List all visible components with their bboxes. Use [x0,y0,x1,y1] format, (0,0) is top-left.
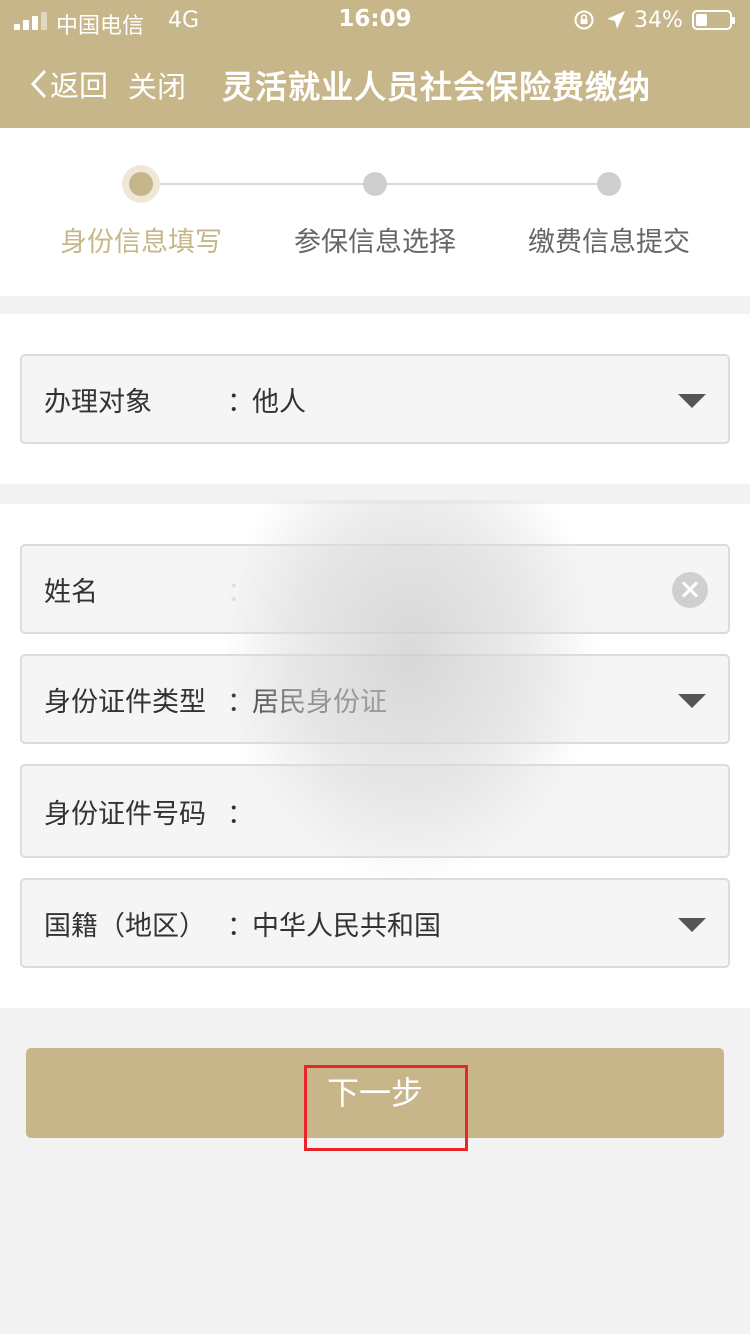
battery-percent: 34% [634,8,683,33]
rotation-lock-icon [574,10,594,30]
id-type-select[interactable]: 身份证件类型 ： 居民身份证 [20,654,730,744]
field-value: 他人 [252,386,306,418]
location-icon [607,11,625,29]
field-label: 国籍（地区） [44,910,206,942]
field-label: 身份证件类型 [44,686,206,718]
step-connector [385,183,597,185]
next-step-button[interactable]: 下一步 [26,1048,724,1138]
page-title: 灵活就业人员社会保险费缴纳 [222,68,652,106]
close-button[interactable]: 关闭 [128,64,186,106]
step-connector [155,183,365,185]
handle-target-select[interactable]: 办理对象 ： 他人 [20,354,730,444]
dropdown-arrow-icon [678,394,706,408]
nationality-select[interactable]: 国籍（地区） ： 中华人民共和国 [20,878,730,968]
step-label-payment: 缴费信息提交 [528,227,690,258]
status-bar: 中国电信 4G 16:09 34% [0,0,750,42]
field-colon: ： [227,576,254,608]
field-colon: ： [227,686,254,718]
dropdown-arrow-icon [678,694,706,708]
field-colon: ： [227,386,254,418]
field-label: 办理对象 [44,386,152,418]
app-header: 中国电信 4G 16:09 34% 返回 关闭 灵活就业人员社会保险费缴纳 [0,0,750,128]
step-dot-active [129,172,153,196]
name-field[interactable]: 姓名 ： [20,544,730,634]
name-input[interactable] [252,566,672,614]
back-button[interactable]: 返回 [30,64,108,104]
id-number-input[interactable] [252,788,672,836]
field-value: 中华人民共和国 [252,910,441,942]
step-label-insurance: 参保信息选择 [294,227,456,258]
field-colon: ： [227,798,254,830]
field-colon: ： [227,910,254,942]
step-label-identity: 身份信息填写 [60,227,222,258]
id-number-field[interactable]: 身份证件号码 ： [20,764,730,858]
field-value: 居民身份证 [252,686,387,718]
step-dot [363,172,387,196]
chevron-left-icon [30,69,47,99]
step-dot [597,172,621,196]
dropdown-arrow-icon [678,918,706,932]
clear-icon[interactable] [672,572,708,608]
identity-form-section: 姓名 ： 身份证件类型 ： 居民身份证 身份证件号码 ： 国籍（地区） ： 中华… [0,504,750,1008]
handle-target-section: 办理对象 ： 他人 [0,314,750,484]
step-indicator: 身份信息填写 参保信息选择 缴费信息提交 [0,128,750,296]
nav-bar: 返回 关闭 灵活就业人员社会保险费缴纳 [0,52,750,116]
back-label: 返回 [50,69,109,103]
field-label: 身份证件号码 [44,798,206,830]
field-label: 姓名 [44,576,98,608]
battery-icon [692,10,735,30]
